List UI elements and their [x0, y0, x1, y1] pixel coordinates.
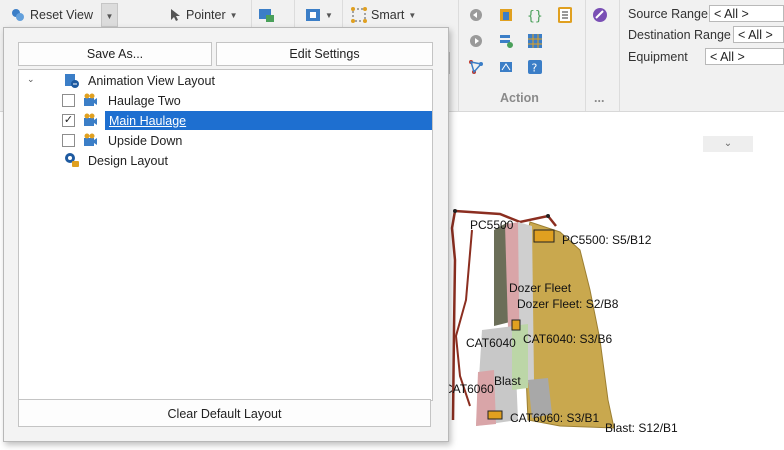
tree-item-upside-down[interactable]: Upside Down: [108, 132, 182, 150]
video-button[interactable]: ▼: [305, 4, 333, 26]
help-icon[interactable]: ?: [527, 59, 543, 75]
map-label-cat6060-location: CAT6060: S3/B1: [510, 411, 600, 425]
destination-range-select[interactable]: < All >: [733, 26, 784, 43]
layout-tree: ⌄ Animation View Layout Haulage Two ✓ Ma…: [18, 69, 433, 401]
pointer-label: Pointer: [186, 8, 226, 22]
film-icon: [306, 9, 320, 21]
more-group-label[interactable]: ...: [594, 91, 604, 105]
camera-icon: [84, 93, 97, 106]
chevron-down-icon: ▼: [105, 12, 114, 21]
collapse-chevron-icon[interactable]: ⌄: [27, 74, 35, 85]
tree-root-animation-view-layout[interactable]: Animation View Layout: [88, 72, 215, 90]
ribbon-separator: [585, 0, 586, 111]
checklist-icon[interactable]: [498, 33, 514, 49]
undo-icon[interactable]: [468, 7, 484, 23]
equipment-label: Equipment: [628, 50, 688, 64]
checkbox-haulage-two[interactable]: [62, 94, 75, 107]
layout-icon: [65, 74, 79, 88]
list-icon[interactable]: [557, 7, 573, 23]
network-icon[interactable]: [468, 59, 484, 75]
haul-road: [454, 229, 473, 407]
tree-item-main-haulage-selected[interactable]: Main Haulage: [105, 111, 432, 130]
smart-select-icon: [351, 7, 367, 23]
shovel-marker: [533, 229, 555, 243]
chevron-down-icon: ▼: [325, 10, 333, 20]
save-as-button[interactable]: Save As...: [18, 42, 212, 66]
reset-view-icon: [12, 9, 24, 21]
source-range-label: Source Range: [628, 7, 708, 21]
map-label-cat6040-location: CAT6040: S3/B6: [523, 332, 613, 346]
map-label-blast: Blast: [494, 374, 521, 388]
checkbox-main-haulage[interactable]: ✓: [62, 114, 75, 127]
tree-item-haulage-two[interactable]: Haulage Two: [108, 92, 181, 110]
reset-view-button[interactable]: Reset View: [10, 4, 93, 26]
pointer-button[interactable]: Pointer ▼: [170, 4, 238, 26]
waypoint-marker: [546, 214, 550, 218]
edit-settings-button[interactable]: Edit Settings: [216, 42, 433, 66]
svg-text:?: ?: [532, 62, 538, 75]
layout-popup: Save As... Edit Settings ⌄ Animation Vie…: [3, 27, 449, 442]
tree-item-main-haulage-label: Main Haulage: [109, 113, 187, 128]
redo-icon[interactable]: [468, 33, 484, 49]
waypoint-marker: [453, 209, 457, 213]
svg-text:{}: {}: [527, 9, 543, 23]
reset-view-label: Reset View: [30, 8, 93, 22]
map-label-pc5500-location: PC5500: S5/B12: [562, 233, 652, 247]
settings-badge-icon[interactable]: [592, 7, 608, 23]
equipment-select[interactable]: < All >: [705, 48, 784, 65]
map-label-dozer-fleet: Dozer Fleet: [509, 281, 572, 295]
camera-view-button[interactable]: [258, 4, 276, 26]
tree-item-design-layout[interactable]: Design Layout: [88, 152, 168, 170]
view-window-icon: [259, 9, 274, 22]
source-range-select[interactable]: < All >: [709, 5, 784, 22]
smart-button[interactable]: Smart ▼: [351, 4, 416, 26]
ribbon-separator: [619, 0, 620, 111]
dozer-marker: [511, 319, 521, 331]
move-frame-icon[interactable]: [498, 59, 514, 75]
export-icon[interactable]: [498, 7, 514, 23]
camera-icon: [84, 113, 97, 126]
chevron-down-icon: ▼: [229, 10, 238, 20]
map-label-pc5500: PC5500: [470, 218, 514, 232]
map-label-cat6060: CAT6060: [444, 382, 494, 396]
script-icon[interactable]: {}: [527, 7, 543, 23]
camera-icon: [84, 133, 97, 146]
map-label-dozer-fleet-location: Dozer Fleet: S2/B8: [517, 297, 619, 311]
clear-default-layout-button[interactable]: Clear Default Layout: [18, 399, 431, 427]
pointer-cursor-icon: [171, 9, 180, 21]
design-layout-icon: [65, 153, 79, 167]
chevron-down-icon: ▼: [408, 10, 417, 20]
reset-view-dropdown-button[interactable]: ▼: [101, 3, 118, 27]
smart-label: Smart: [371, 8, 405, 22]
checkbox-upside-down[interactable]: [62, 134, 75, 147]
map-label-cat6040: CAT6040: [466, 336, 516, 350]
map-label-blast-location: Blast: S12/B1: [605, 421, 678, 435]
ribbon-separator: [458, 0, 459, 111]
action-group-label: Action: [500, 91, 539, 105]
grid-icon[interactable]: [527, 33, 543, 49]
destination-range-label: Destination Range: [628, 28, 731, 42]
truck-marker: [487, 410, 503, 420]
